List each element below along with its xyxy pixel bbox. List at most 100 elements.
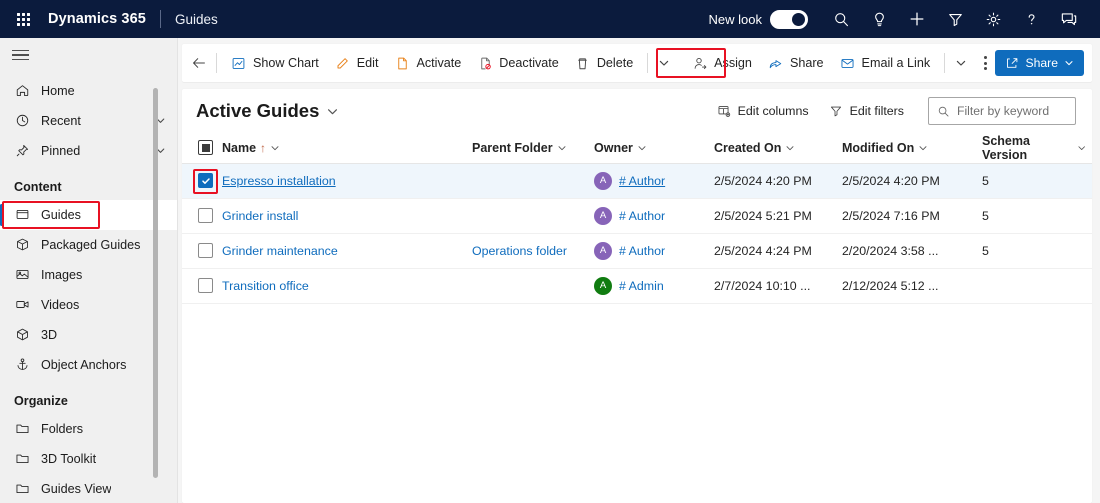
guide-name-link[interactable]: Espresso installation — [222, 174, 336, 188]
sidebar-section-organize: Organize — [0, 380, 177, 414]
table-row[interactable]: Grinder install A # Author 2/5/2024 5: — [182, 198, 1092, 233]
edit-filters-button[interactable]: Edit filters — [819, 97, 914, 125]
search-icon[interactable] — [822, 0, 860, 38]
edit-columns-button[interactable]: Edit columns — [707, 97, 819, 125]
image-icon — [14, 266, 31, 283]
guides-table: Name ↑ Parent Folder — [182, 133, 1092, 304]
app-body: Home Recent — [0, 38, 1100, 503]
owner-link[interactable]: # Admin — [619, 279, 664, 293]
cell-schema-version: 5 — [982, 163, 1092, 198]
help-icon[interactable] — [1012, 0, 1050, 38]
sidebar-item-folders[interactable]: Folders — [0, 414, 177, 444]
deactivate-button[interactable]: Deactivate — [469, 48, 567, 78]
sidebar-item-label: Videos — [41, 298, 79, 312]
table-row[interactable]: Transition office A # Admin 2/7/2024 1 — [182, 268, 1092, 303]
table-body: Espresso installation A # Author 2/5/2 — [182, 163, 1092, 303]
app-name[interactable]: Guides — [175, 12, 218, 27]
activate-icon — [394, 55, 410, 71]
delete-button[interactable]: Delete — [567, 48, 641, 78]
more-commands-icon[interactable] — [976, 48, 995, 78]
sidebar-scrollbar[interactable] — [153, 80, 158, 495]
feedback-icon[interactable] — [1050, 0, 1088, 38]
row-checkbox[interactable] — [198, 243, 213, 258]
guide-name-link[interactable]: Transition office — [222, 279, 309, 293]
table-row[interactable]: Grinder maintenance Operations folder A … — [182, 233, 1092, 268]
email-a-link-button[interactable]: Email a Link — [832, 48, 939, 78]
app-launcher-icon[interactable] — [10, 6, 36, 32]
guide-icon — [14, 206, 31, 223]
chevron-down-icon[interactable] — [326, 105, 339, 118]
command-label: Delete — [597, 56, 633, 70]
row-checkbox[interactable] — [198, 278, 213, 293]
column-header-parent-folder[interactable]: Parent Folder — [472, 133, 594, 163]
row-checkbox[interactable] — [198, 208, 213, 223]
home-icon — [14, 82, 31, 99]
parent-folder-link[interactable]: Operations folder — [472, 244, 567, 258]
column-header-created-on[interactable]: Created On — [714, 133, 842, 163]
sidebar-item-recent[interactable]: Recent — [0, 106, 177, 136]
video-icon — [14, 296, 31, 313]
column-header-owner[interactable]: Owner — [594, 133, 714, 163]
view-selector[interactable]: Active Guides — [196, 100, 339, 122]
back-button[interactable] — [188, 48, 210, 78]
table-row[interactable]: Espresso installation A # Author 2/5/2 — [182, 163, 1092, 198]
cell-parent-folder — [472, 198, 594, 233]
edit-button[interactable]: Edit — [327, 48, 387, 78]
command-label: Show Chart — [253, 56, 319, 70]
filter-icon[interactable] — [936, 0, 974, 38]
assign-person-icon — [692, 55, 708, 71]
sidebar-item-3d[interactable]: 3D — [0, 320, 177, 350]
command-overflow-chevron[interactable] — [654, 48, 673, 78]
cell-created-on: 2/5/2024 4:20 PM — [714, 163, 842, 198]
chevron-down-icon — [1077, 143, 1086, 153]
command-label: Deactivate — [499, 56, 559, 70]
guide-name-link[interactable]: Grinder install — [222, 209, 298, 223]
folder-icon — [14, 480, 31, 497]
column-header-name[interactable]: Name ↑ — [222, 133, 472, 163]
sidebar-item-pinned[interactable]: Pinned — [0, 136, 177, 166]
search-input[interactable]: Filter by keyword — [928, 97, 1076, 125]
view-tools: Edit columns Edit filters — [707, 97, 1076, 125]
row-checkbox[interactable] — [198, 173, 213, 188]
cell-modified-on: 2/5/2024 4:20 PM — [842, 163, 982, 198]
plus-icon[interactable] — [898, 0, 936, 38]
command-overflow-chevron-2[interactable] — [951, 48, 970, 78]
owner-link[interactable]: # Author — [619, 174, 665, 188]
sidebar-item-object-anchors[interactable]: Object Anchors — [0, 350, 177, 380]
table-header: Name ↑ Parent Folder — [182, 133, 1092, 163]
activate-button[interactable]: Activate — [386, 48, 469, 78]
share-button[interactable]: Share — [760, 48, 832, 78]
sidebar-item-guides[interactable]: Guides — [0, 200, 177, 230]
sidebar-item-label: 3D — [41, 328, 57, 342]
owner-link[interactable]: # Author — [619, 244, 665, 258]
sidebar-item-label: Packaged Guides — [41, 238, 140, 252]
command-divider — [647, 53, 648, 73]
avatar: A — [594, 172, 612, 190]
cell-owner: A # Author — [594, 163, 714, 198]
sidebar-item-guides-view[interactable]: Guides View — [0, 474, 177, 503]
sidebar-item-packaged-guides[interactable]: Packaged Guides — [0, 230, 177, 260]
sidebar-scrollbar-thumb[interactable] — [153, 88, 158, 478]
gear-icon[interactable] — [974, 0, 1012, 38]
column-header-schema-version[interactable]: Schema Version — [982, 133, 1092, 163]
assign-button[interactable]: Assign — [684, 48, 760, 78]
new-look-toggle[interactable] — [770, 10, 808, 29]
cell-modified-on: 2/12/2024 5:12 ... — [842, 268, 982, 303]
pin-icon — [14, 142, 31, 159]
guide-name-link[interactable]: Grinder maintenance — [222, 244, 338, 258]
share-primary-label: Share — [1025, 56, 1058, 70]
hamburger-menu-icon[interactable] — [0, 38, 177, 72]
lightbulb-icon[interactable] — [860, 0, 898, 38]
sidebar-item-videos[interactable]: Videos — [0, 290, 177, 320]
sidebar-item-images[interactable]: Images — [0, 260, 177, 290]
column-header-modified-on[interactable]: Modified On — [842, 133, 982, 163]
row-checkbox-cell — [182, 198, 222, 233]
sidebar-item-home[interactable]: Home — [0, 76, 177, 106]
pencil-icon — [335, 55, 351, 71]
select-all-checkbox[interactable] — [198, 140, 213, 155]
chevron-down-icon — [270, 143, 280, 153]
show-chart-button[interactable]: Show Chart — [223, 48, 327, 78]
owner-link[interactable]: # Author — [619, 209, 665, 223]
sidebar-item-3d-toolkit[interactable]: 3D Toolkit — [0, 444, 177, 474]
share-primary-button[interactable]: Share — [995, 50, 1084, 76]
